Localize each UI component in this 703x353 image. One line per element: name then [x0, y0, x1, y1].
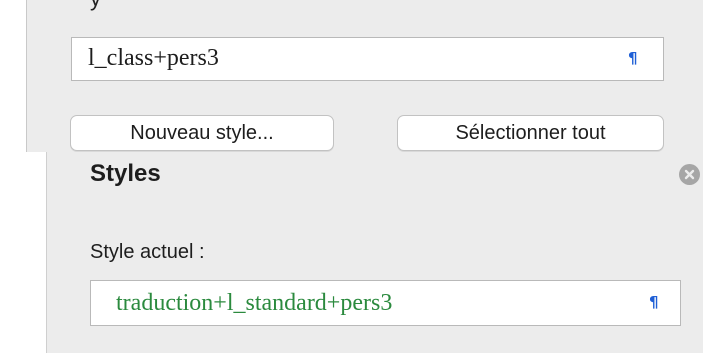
panel-title: Styles [90, 160, 161, 187]
new-style-button[interactable]: Nouveau style... [70, 115, 334, 151]
close-button[interactable] [679, 164, 700, 185]
word-styles-screenshot: y l_class+pers3 ¶ Nouveau style... Sélec… [0, 0, 703, 353]
current-style-value: traduction+l_standard+pers3 [116, 290, 393, 316]
current-style-value: l_class+pers3 [88, 45, 219, 71]
pilcrow-icon: ¶ [628, 49, 638, 67]
styles-panel: Styles Style actuel : traduction+l_stand… [0, 152, 703, 353]
current-style-field[interactable]: l_class+pers3 ¶ [71, 37, 664, 81]
close-icon [684, 169, 695, 180]
pilcrow-icon: ¶ [649, 293, 659, 311]
clipped-label-fragment: y [90, 0, 101, 12]
background-styles-panel: y l_class+pers3 ¶ Nouveau style... Sélec… [0, 0, 703, 152]
select-all-button[interactable]: Sélectionner tout [397, 115, 664, 151]
current-style-field[interactable]: traduction+l_standard+pers3 ¶ [90, 280, 681, 326]
left-rail [0, 152, 46, 353]
current-style-label: Style actuel : [90, 241, 205, 263]
left-rail [0, 0, 26, 152]
